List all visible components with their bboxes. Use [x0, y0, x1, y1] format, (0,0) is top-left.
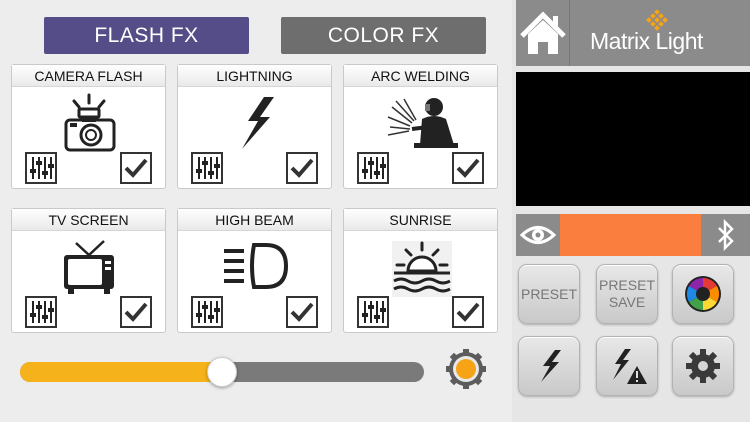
bluetooth-button[interactable] — [701, 214, 750, 256]
effect-title: SUNRISE — [344, 209, 497, 231]
camera-flash-icon — [64, 93, 116, 152]
effect-card-lightning[interactable]: LIGHTNING — [177, 64, 332, 189]
mixer-sliders-icon — [362, 301, 386, 323]
effect-settings-button[interactable] — [357, 296, 389, 328]
effect-title: ARC WELDING — [344, 65, 497, 87]
tv-icon — [64, 240, 114, 294]
brand-name: Matrix Light — [590, 28, 703, 54]
gear-icon — [686, 349, 720, 383]
mixer-sliders-icon — [30, 157, 54, 179]
home-button[interactable] — [516, 0, 570, 66]
brand-header: Matrix Light — [570, 0, 750, 66]
effect-card-sunrise[interactable]: SUNRISE — [343, 208, 498, 333]
checkmark-icon — [124, 302, 148, 322]
flash-mode-button[interactable] — [518, 336, 580, 396]
effect-enable-checkbox[interactable] — [452, 152, 484, 184]
effect-enable-checkbox[interactable] — [452, 296, 484, 328]
effect-enable-checkbox[interactable] — [120, 296, 152, 328]
preview-visibility-button[interactable] — [516, 214, 560, 256]
effect-settings-button[interactable] — [25, 152, 57, 184]
effect-title: CAMERA FLASH — [12, 65, 165, 87]
settings-button[interactable] — [672, 336, 734, 396]
mixer-sliders-icon — [196, 301, 220, 323]
intensity-slider-fill — [20, 362, 222, 382]
orange-gear-icon — [446, 349, 486, 389]
light-preview — [516, 72, 750, 206]
effect-card-arc-welding[interactable]: ARC WELDING — [343, 64, 498, 189]
mixer-sliders-icon — [362, 157, 386, 179]
effect-card-camera-flash[interactable]: CAMERA FLASH — [11, 64, 166, 189]
preset-button[interactable]: PRESET — [518, 264, 580, 324]
lightning-icon — [541, 350, 561, 382]
preset-save-label-line2: SAVE — [608, 294, 646, 310]
checkmark-icon — [290, 302, 314, 322]
bluetooth-icon — [718, 218, 734, 252]
intensity-slider-handle[interactable] — [207, 357, 237, 387]
mixer-sliders-icon — [30, 301, 54, 323]
flash-trigger-button[interactable] — [445, 348, 487, 390]
eye-icon — [519, 226, 557, 244]
color-wheel-button[interactable] — [672, 264, 734, 324]
preset-label: PRESET — [520, 285, 577, 302]
effect-title: LIGHTNING — [178, 65, 331, 87]
effect-enable-checkbox[interactable] — [286, 152, 318, 184]
color-wheel-icon — [685, 276, 721, 312]
welder-icon — [387, 98, 458, 148]
effect-enable-checkbox[interactable] — [120, 152, 152, 184]
checkmark-icon — [124, 158, 148, 178]
checkmark-icon — [290, 158, 314, 178]
lightning-bolt-icon — [242, 97, 274, 149]
effect-settings-button[interactable] — [191, 152, 223, 184]
effect-settings-button[interactable] — [191, 296, 223, 328]
app-window: FLASH FX COLOR FX CAMERA FLASH LIGHTNING… — [0, 0, 750, 422]
effect-settings-button[interactable] — [357, 152, 389, 184]
effect-settings-button[interactable] — [25, 296, 57, 328]
checkmark-icon — [456, 158, 480, 178]
effect-title: HIGH BEAM — [178, 209, 331, 231]
mixer-sliders-icon — [196, 157, 220, 179]
preset-save-label-line1: PRESET — [598, 277, 655, 293]
lightning-warning-icon — [613, 349, 647, 384]
flash-alarm-button[interactable] — [596, 336, 658, 396]
home-icon — [520, 11, 566, 54]
effect-card-high-beam[interactable]: HIGH BEAM — [177, 208, 332, 333]
tab-flash-fx[interactable]: FLASH FX — [44, 17, 249, 54]
control-panel: Matrix Light PRESET PRESET SAVE — [512, 0, 750, 422]
checkmark-icon — [456, 302, 480, 322]
sunrise-icon — [392, 241, 452, 297]
headlight-icon — [224, 243, 289, 289]
effects-panel: FLASH FX COLOR FX CAMERA FLASH LIGHTNING… — [0, 0, 512, 422]
current-color-swatch[interactable] — [560, 214, 701, 256]
effect-card-tv-screen[interactable]: TV SCREEN — [11, 208, 166, 333]
effect-enable-checkbox[interactable] — [286, 296, 318, 328]
tab-color-fx[interactable]: COLOR FX — [281, 17, 486, 54]
preset-save-button[interactable]: PRESET SAVE — [596, 264, 658, 324]
effect-title: TV SCREEN — [12, 209, 165, 231]
